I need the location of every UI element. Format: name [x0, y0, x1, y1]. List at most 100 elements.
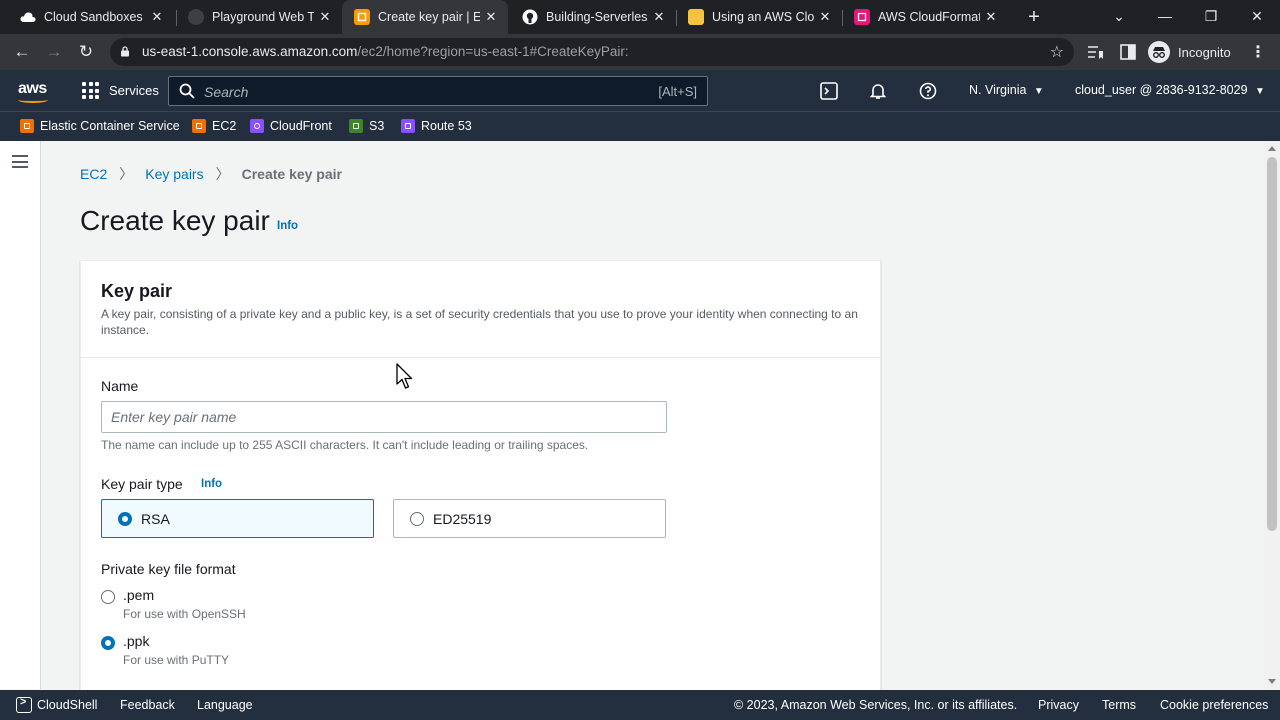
- favorite-s3[interactable]: S3: [349, 119, 384, 133]
- aws-logo[interactable]: aws: [18, 80, 48, 103]
- ecs-icon: [20, 119, 34, 133]
- tab-title: Using an AWS Clou: [712, 10, 814, 24]
- incognito-indicator[interactable]: Incognito: [1148, 41, 1231, 63]
- url-text: us-east-1.console.aws.amazon.com/ec2/hom…: [142, 44, 629, 59]
- radio-selected-icon[interactable]: [101, 636, 115, 650]
- search-shortcut: [Alt+S]: [658, 84, 697, 99]
- ec2-icon: [354, 9, 370, 25]
- panel-header: Key pair A key pair, consisting of a pri…: [81, 261, 880, 358]
- hamburger-menu-icon[interactable]: [12, 155, 28, 169]
- format-option-ppk[interactable]: .ppk For use with PuTTY: [101, 633, 229, 667]
- region-label: N. Virginia: [969, 83, 1027, 97]
- footer-terms[interactable]: Terms: [1102, 698, 1136, 712]
- favorite-label: S3: [369, 119, 385, 133]
- radio-selected-icon[interactable]: [118, 511, 132, 526]
- favorite-route53[interactable]: Route 53: [401, 119, 472, 133]
- scrollbar-thumb[interactable]: [1267, 157, 1277, 531]
- reading-list-icon[interactable]: [1086, 43, 1104, 61]
- browser-tab-cloudformation[interactable]: AWS CloudFormatio ✕: [842, 0, 1008, 34]
- breadcrumb: EC2 〉 Key pairs 〉 Create key pair: [80, 164, 342, 184]
- close-icon[interactable]: ✕: [818, 9, 832, 25]
- aws-smile-icon: [18, 97, 48, 103]
- key-type-rsa-label: RSA: [141, 510, 170, 527]
- breadcrumb-key-pairs[interactable]: Key pairs: [145, 166, 203, 182]
- tab-title: Create key pair | EC: [378, 10, 480, 24]
- tab-title: AWS CloudFormatio: [878, 10, 980, 24]
- footer-feedback[interactable]: Feedback: [120, 698, 175, 712]
- forward-arrow-icon[interactable]: →: [42, 40, 66, 64]
- side-panel-icon[interactable]: [1119, 43, 1137, 61]
- tab-search-icon[interactable]: ⌄: [1096, 0, 1142, 34]
- browser-tab-aws-cloud[interactable]: Using an AWS Clou ✕: [676, 0, 842, 34]
- page-scrollbar[interactable]: [1264, 141, 1280, 689]
- format-ppk-label: .ppk: [123, 633, 150, 649]
- restore-icon[interactable]: ❐: [1188, 0, 1234, 34]
- key-type-rsa-tile[interactable]: RSA: [101, 499, 374, 538]
- url-path: /ec2/home?region=us-east-1#CreateKeyPair…: [357, 44, 629, 59]
- services-menu-button[interactable]: Services: [82, 82, 159, 99]
- close-icon[interactable]: ✕: [484, 9, 498, 25]
- footer-copyright: © 2023, Amazon Web Services, Inc. or its…: [734, 698, 1018, 712]
- browser-tab-github[interactable]: Building-Serverless ✕: [510, 0, 676, 34]
- footer-cloudshell[interactable]: CloudShell: [37, 698, 97, 712]
- aws-top-nav: aws Services Search [Alt+S] N. Virginia …: [0, 70, 1280, 111]
- favorite-cloudfront[interactable]: CloudFront: [250, 119, 332, 133]
- scroll-down-arrow-icon[interactable]: [1268, 679, 1276, 684]
- notifications-bell-icon[interactable]: [869, 82, 887, 100]
- browser-tab-playground[interactable]: Playground Web Te ✕: [176, 0, 342, 34]
- format-pem-label: .pem: [123, 587, 155, 603]
- page-info-link[interactable]: Info: [277, 220, 298, 232]
- services-label: Services: [109, 83, 159, 98]
- cloudshell-icon[interactable]: [16, 696, 32, 713]
- close-icon[interactable]: ✕: [652, 9, 666, 25]
- key-pair-type-label: Key pair type: [101, 476, 183, 492]
- reload-icon[interactable]: ↻: [74, 40, 98, 64]
- format-option-pem[interactable]: .pem For use with OpenSSH: [101, 587, 246, 621]
- playground-icon: [188, 9, 204, 25]
- search-icon: [179, 83, 195, 99]
- address-bar[interactable]: us-east-1.console.aws.amazon.com/ec2/hom…: [110, 38, 1074, 66]
- scroll-up-arrow-icon[interactable]: [1268, 146, 1276, 151]
- s3-bucket-icon: [349, 119, 363, 133]
- name-hint: The name can include up to 255 ASCII cha…: [101, 438, 589, 452]
- favorite-label: EC2: [212, 119, 237, 133]
- browser-menu-icon[interactable]: ⋮: [1250, 42, 1266, 62]
- help-icon[interactable]: [919, 82, 937, 100]
- bookmark-star-icon[interactable]: ☆: [1050, 42, 1064, 62]
- account-menu[interactable]: cloud_user @ 2836-9132-8029 ▼: [1075, 83, 1265, 97]
- footer-cookie-preferences[interactable]: Cookie preferences: [1160, 698, 1268, 712]
- key-pair-type-info-link[interactable]: Info: [201, 478, 222, 490]
- favorite-label: CloudFront: [270, 119, 332, 133]
- breadcrumb-ec2[interactable]: EC2: [80, 166, 107, 182]
- back-arrow-icon[interactable]: ←: [10, 40, 34, 64]
- minimize-icon[interactable]: —: [1142, 0, 1188, 34]
- browser-toolbar: ← → ↻ us-east-1.console.aws.amazon.com/e…: [0, 34, 1280, 70]
- profile-label: Incognito: [1178, 44, 1231, 60]
- close-icon[interactable]: ✕: [318, 9, 332, 25]
- lock-icon: [121, 46, 129, 57]
- key-pair-name-input[interactable]: [101, 401, 667, 433]
- cloudformation-icon: [854, 9, 870, 25]
- close-icon[interactable]: ✕: [150, 9, 164, 25]
- footer-language[interactable]: Language: [197, 698, 253, 712]
- panel-title: Key pair: [101, 281, 173, 301]
- radio-unselected-icon[interactable]: [410, 511, 424, 526]
- close-icon[interactable]: ✕: [984, 9, 998, 25]
- region-selector[interactable]: N. Virginia ▼: [969, 83, 1044, 97]
- window-close-icon[interactable]: ✕: [1234, 0, 1280, 34]
- console-search[interactable]: Search [Alt+S]: [168, 76, 708, 106]
- page-title: Create key pair: [80, 205, 270, 236]
- favorite-ec2[interactable]: EC2: [192, 119, 236, 133]
- radio-unselected-icon[interactable]: [101, 590, 115, 604]
- browser-tab-cloud-sandboxes[interactable]: Cloud Sandboxes - ✕: [8, 0, 174, 34]
- browser-tab-create-key-pair[interactable]: Create key pair | EC ✕: [342, 0, 508, 34]
- console-footer: CloudShell Feedback Language © 2023, Ama…: [0, 690, 1280, 720]
- ec2-icon: [192, 119, 206, 133]
- new-tab-icon[interactable]: +: [1023, 6, 1045, 28]
- favorite-ecs[interactable]: Elastic Container Service: [20, 119, 180, 133]
- footer-privacy[interactable]: Privacy: [1038, 698, 1079, 712]
- cloudshell-icon[interactable]: [820, 82, 838, 100]
- format-ppk-description: For use with PuTTY: [123, 653, 230, 667]
- key-type-ed25519-tile[interactable]: ED25519: [393, 499, 666, 538]
- mouse-pointer-icon: [396, 363, 413, 389]
